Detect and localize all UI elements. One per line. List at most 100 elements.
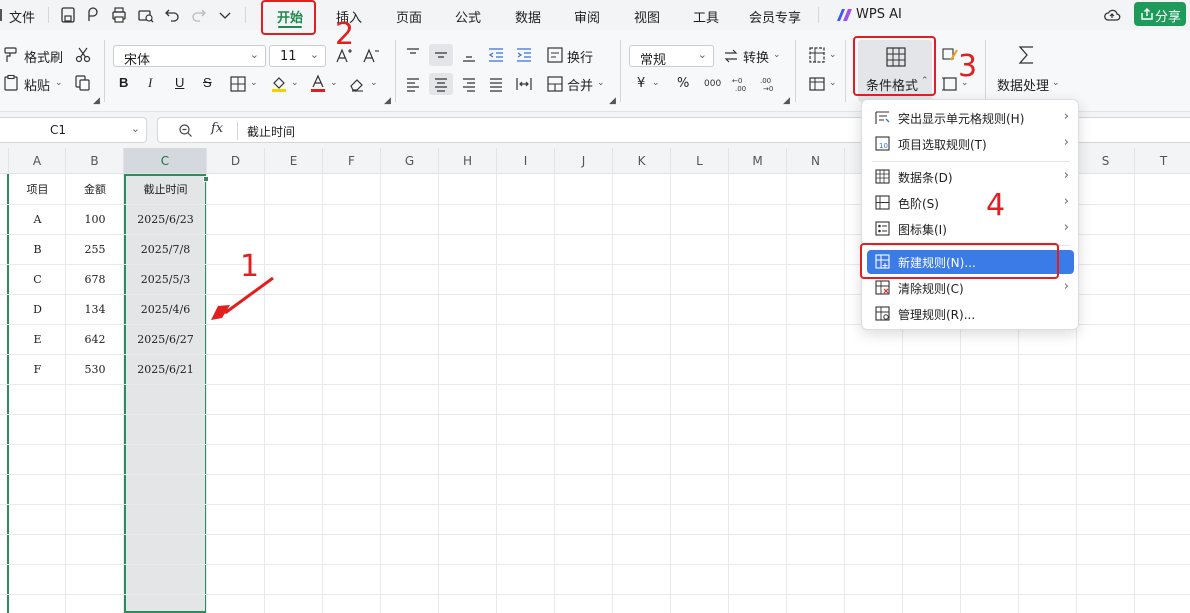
clipboard-expand-icon[interactable]: ◢ [93, 96, 100, 106]
tab-member[interactable]: 会员专享 [749, 7, 801, 26]
font-expand-icon[interactable]: ◢ [384, 96, 391, 106]
chevron-down-icon[interactable]: ⌄ [1052, 78, 1060, 88]
column-header-i[interactable]: I [497, 148, 555, 174]
table-cell[interactable]: 2025/7/8 [124, 235, 207, 265]
table-cell[interactable]: D [9, 295, 66, 325]
align-bottom-icon[interactable] [460, 46, 478, 64]
align-center-icon[interactable] [432, 75, 450, 93]
corner-select-all[interactable] [0, 148, 9, 174]
name-box[interactable]: C1 ⌄ [0, 117, 147, 143]
chevron-down-icon[interactable]: ⌄ [652, 78, 660, 88]
strikethrough-button[interactable]: S [203, 75, 212, 90]
column-header-m[interactable]: M [729, 148, 787, 174]
table-cell[interactable]: 2025/6/23 [124, 205, 207, 235]
header-cell-item[interactable]: 项目 [9, 175, 66, 205]
chevron-down-icon[interactable]: ⌄ [250, 78, 258, 88]
percent-button[interactable]: % [677, 76, 689, 91]
export-icon[interactable] [84, 6, 102, 24]
table-style-icon[interactable] [808, 46, 826, 64]
table-cell[interactable]: E [9, 325, 66, 355]
cloud-sync-icon[interactable] [1103, 6, 1121, 24]
header-cell-deadline[interactable]: 截止时间 [124, 175, 207, 205]
align-right-icon[interactable] [460, 75, 478, 93]
cell-style-icon[interactable] [808, 75, 826, 93]
table-cell[interactable]: 2025/6/21 [124, 355, 207, 385]
distribute-icon[interactable] [515, 75, 533, 93]
chevron-down-icon[interactable]: ⌄ [131, 122, 140, 135]
menu-item-data-bars[interactable]: 数据条(D) › [867, 165, 1074, 189]
table-cell[interactable]: 255 [66, 235, 124, 265]
chevron-down-icon[interactable] [216, 6, 234, 24]
decrease-indent-icon[interactable] [487, 46, 505, 64]
clear-format-icon[interactable] [348, 75, 366, 93]
convert-button[interactable]: 转换 [743, 47, 769, 66]
alignment-expand-icon[interactable]: ◢ [609, 96, 616, 106]
menu-item-top-bottom[interactable]: 10 项目选取规则(T) › [867, 132, 1074, 156]
justify-icon[interactable] [487, 75, 505, 93]
bold-button[interactable]: B [119, 75, 128, 90]
decrease-decimal-icon[interactable]: .00→0 [759, 75, 777, 93]
currency-button[interactable]: ¥ [637, 76, 645, 91]
align-middle-icon[interactable] [432, 46, 450, 64]
fill-handle[interactable] [203, 176, 209, 182]
sum-icon[interactable] [1016, 44, 1038, 66]
column-header-k[interactable]: K [613, 148, 671, 174]
cell-border-icon[interactable] [941, 75, 959, 93]
zoom-search-icon[interactable] [178, 123, 193, 138]
table-cell[interactable]: 134 [66, 295, 124, 325]
increase-indent-icon[interactable] [515, 46, 533, 64]
table-cell[interactable]: A [9, 205, 66, 235]
column-header-h[interactable]: H [439, 148, 497, 174]
column-header-l[interactable]: L [671, 148, 729, 174]
table-cell[interactable]: 642 [66, 325, 124, 355]
chevron-down-icon[interactable]: ⌄ [829, 78, 837, 88]
column-header-g[interactable]: G [381, 148, 439, 174]
decrease-font-icon[interactable] [362, 47, 380, 65]
table-cell[interactable]: 2025/4/6 [124, 295, 207, 325]
menu-item-clear-rules[interactable]: 清除规则(C) › [867, 276, 1074, 300]
border-icon[interactable] [229, 75, 247, 93]
align-top-icon[interactable] [404, 46, 422, 64]
column-header-c[interactable]: C [124, 148, 207, 174]
copy-icon[interactable] [74, 74, 92, 92]
column-header-d[interactable]: D [207, 148, 265, 174]
table-cell[interactable]: 100 [66, 205, 124, 235]
underline-button[interactable]: U [175, 75, 184, 90]
file-menu[interactable]: 文件 [9, 7, 35, 26]
paste-button[interactable]: 粘贴 [24, 75, 50, 94]
wrap-text-button[interactable]: 换行 [567, 47, 593, 66]
chevron-down-icon[interactable]: ⌄ [829, 50, 837, 60]
chevron-down-icon[interactable]: ⌄ [291, 78, 299, 88]
save-icon[interactable] [59, 6, 77, 24]
tab-data[interactable]: 数据 [515, 7, 541, 26]
fx-icon[interactable]: fx [211, 121, 223, 136]
menu-item-icon-sets[interactable]: 图标集(I) › [867, 217, 1074, 241]
redo-icon[interactable] [190, 6, 208, 24]
column-header-s[interactable]: S [1077, 148, 1135, 174]
print-icon[interactable] [110, 6, 128, 24]
header-cell-amount[interactable]: 金额 [66, 175, 124, 205]
merge-button[interactable]: 合并 [567, 75, 593, 94]
chevron-down-icon[interactable]: ⌄ [370, 78, 378, 88]
number-format-select[interactable]: 常规 ⌄ [629, 45, 714, 68]
italic-button[interactable]: I [148, 75, 152, 91]
menu-item-highlight-cells[interactable]: 突出显示单元格规则(H) › [867, 106, 1074, 130]
number-expand-icon[interactable]: ◢ [783, 96, 790, 106]
table-cell[interactable]: F [9, 355, 66, 385]
fill-style-icon[interactable] [941, 46, 959, 64]
share-button[interactable]: 分享 [1134, 2, 1186, 26]
font-size-select[interactable]: 11 ⌄ [269, 45, 326, 67]
column-header-n[interactable]: N [787, 148, 845, 174]
table-cell[interactable]: 530 [66, 355, 124, 385]
chevron-down-icon[interactable]: ⌄ [597, 78, 605, 88]
column-header-f[interactable]: F [323, 148, 381, 174]
cut-icon[interactable] [74, 46, 92, 64]
data-processing-button[interactable]: 数据处理 [997, 75, 1049, 94]
column-header-a[interactable]: A [9, 148, 66, 174]
table-cell[interactable]: 2025/6/27 [124, 325, 207, 355]
column-header-t[interactable]: T [1135, 148, 1190, 174]
tab-view[interactable]: 视图 [634, 7, 660, 26]
undo-icon[interactable] [163, 6, 181, 24]
tab-wps-ai[interactable]: WPS AI [856, 7, 902, 22]
print-preview-icon[interactable] [137, 6, 155, 24]
